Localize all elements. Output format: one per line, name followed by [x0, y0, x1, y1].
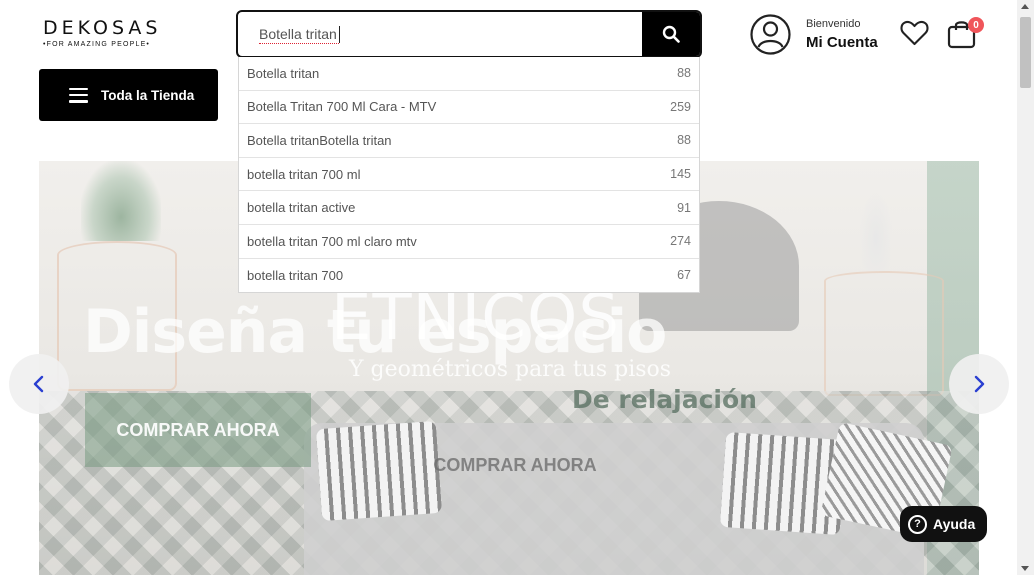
search-input[interactable] [238, 12, 644, 56]
suggestion-count: 259 [670, 99, 691, 114]
search-button[interactable] [642, 12, 700, 56]
suggestion-count: 67 [677, 268, 691, 283]
banner-cta-button[interactable]: COMPRAR AHORA [85, 393, 311, 467]
account-greeting: Bienvenido [806, 18, 861, 30]
suggestion-item[interactable]: Botella Tritan 700 Ml Cara - MTV 259 [239, 91, 699, 125]
chevron-left-icon [33, 375, 44, 393]
scroll-down-arrow-icon[interactable] [1021, 566, 1029, 571]
account-label: Mi Cuenta [806, 34, 878, 51]
logo-wordmark: DEKOSAS [43, 17, 162, 39]
suggestion-item[interactable]: Botella tritan 88 [239, 57, 699, 91]
banner-subtitle: Y geométricos para tus pisos [349, 357, 672, 382]
suggestion-text: Botella tritan [247, 65, 320, 81]
search-suggestions: Botella tritan 88 Botella Tritan 700 Ml … [238, 57, 700, 294]
banner-cta-button-secondary[interactable]: COMPRAR AHORA [410, 451, 620, 479]
suggestion-item[interactable]: botella tritan 700 ml claro mtv 274 [239, 225, 699, 259]
suggestion-count: 88 [677, 133, 691, 148]
carousel-prev-button[interactable] [9, 354, 69, 414]
logo[interactable]: DEKOSAS •FOR AMAZING PEOPLE• [43, 18, 158, 50]
banner-plant-image [81, 161, 161, 241]
suggestion-item[interactable]: botella tritan 700 67 [239, 259, 699, 293]
page-scrollbar[interactable] [1017, 0, 1034, 575]
help-button[interactable]: ? Ayuda [900, 506, 987, 542]
suggestion-text: botella tritan 700 ml claro mtv [247, 233, 417, 249]
page: DEKOSAS •FOR AMAZING PEOPLE• Bienvenido … [0, 0, 1034, 575]
hamburger-icon [69, 87, 88, 103]
all-store-menu-button[interactable]: Toda la Tienda [39, 69, 218, 121]
suggestion-text: botella tritan 700 [247, 267, 344, 283]
scroll-up-arrow-icon[interactable] [1021, 4, 1029, 9]
banner-subtitle-secondary: De relajación [572, 385, 757, 414]
suggestion-count: 145 [670, 167, 691, 182]
scroll-thumb[interactable] [1020, 17, 1031, 88]
text-caret [339, 26, 340, 43]
suggestion-text: botella tritan 700 ml [247, 166, 361, 182]
account-link[interactable]: Bienvenido Mi Cuenta [750, 14, 890, 56]
cart-count-badge: 0 [968, 17, 984, 33]
suggestion-count: 274 [670, 234, 691, 249]
suggestion-item[interactable]: botella tritan 700 ml 145 [239, 158, 699, 192]
suggestion-item[interactable]: Botella tritanBotella tritan 88 [239, 124, 699, 158]
suggestion-count: 91 [677, 200, 691, 215]
suggestion-count: 88 [677, 66, 691, 81]
suggestion-text: botella tritan active [247, 200, 356, 216]
carousel-next-button[interactable] [949, 354, 1009, 414]
wishlist-button[interactable] [900, 20, 929, 51]
spellcheck-underline [259, 42, 339, 44]
all-store-label: Toda la Tienda [101, 87, 195, 103]
suggestion-text: Botella Tritan 700 Ml Cara - MTV [247, 99, 437, 115]
user-circle-icon [750, 14, 791, 55]
suggestion-item[interactable]: botella tritan active 91 [239, 191, 699, 225]
search-icon [662, 25, 680, 43]
search-box [236, 10, 702, 58]
suggestion-text: Botella tritanBotella tritan [247, 132, 392, 148]
help-label: Ayuda [933, 516, 976, 532]
banner-lamp-image [859, 191, 893, 271]
heart-icon [900, 20, 929, 46]
help-question-icon: ? [908, 514, 927, 534]
chevron-right-icon [974, 375, 985, 393]
logo-tagline: •FOR AMAZING PEOPLE• [43, 41, 151, 48]
banner-sidetable-image [824, 271, 944, 396]
